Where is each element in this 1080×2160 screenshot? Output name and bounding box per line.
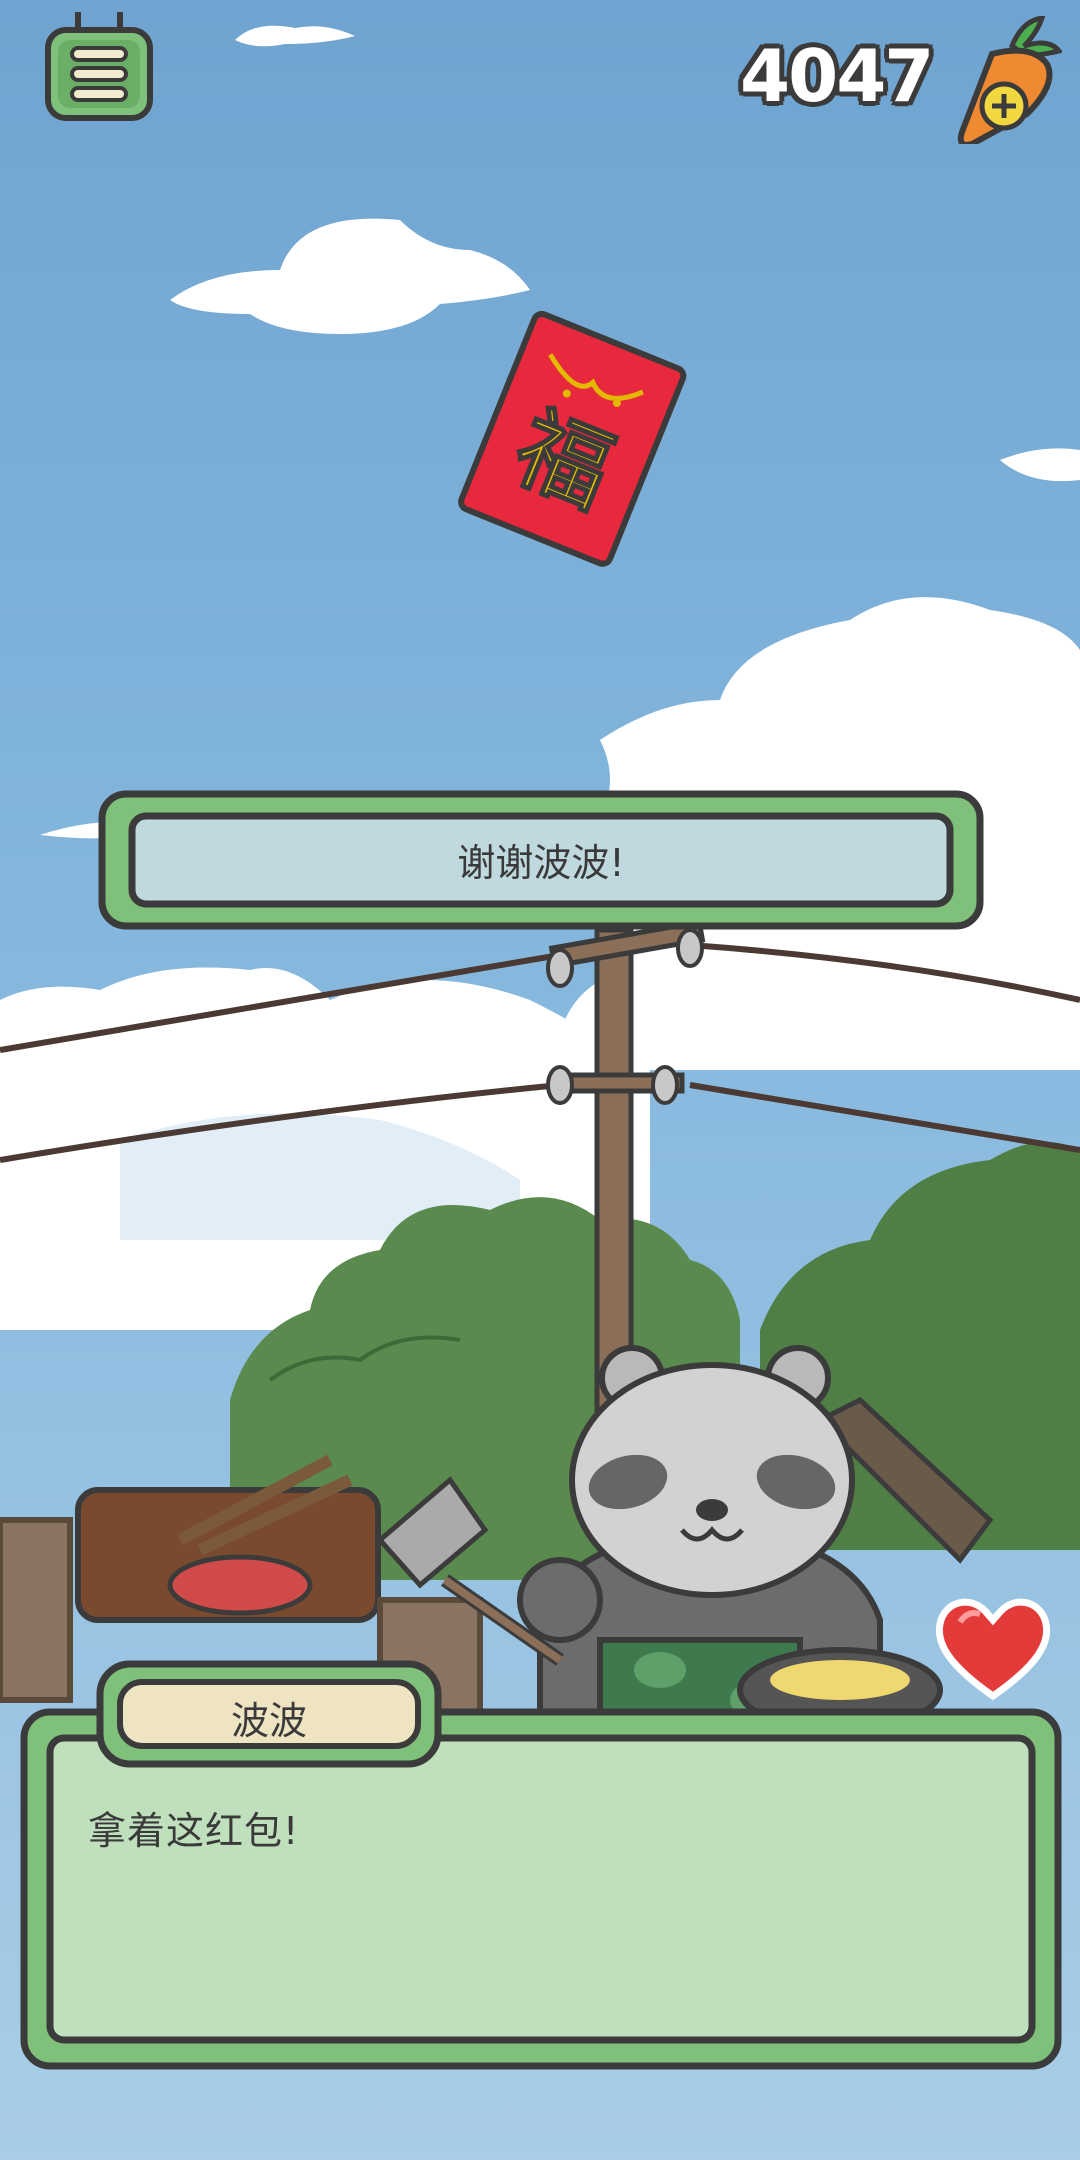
dialog-text: 拿着这红包!: [88, 1809, 300, 1853]
menu-button[interactable]: [44, 10, 154, 122]
red-envelope-icon: 福: [458, 310, 687, 567]
heart-button[interactable]: [930, 1592, 1056, 1704]
thanks-banner: 谢谢波波!: [98, 790, 984, 930]
add-carrot-button[interactable]: [952, 14, 1064, 148]
speaker-name: 波波: [230, 1699, 307, 1743]
menu-icon: [45, 12, 153, 121]
carrot-plus-icon: [957, 14, 1064, 148]
speaker-name-tag: 波波: [96, 1660, 442, 1768]
game-scene: 福 4047 谢谢波波! 波波 拿着这红包!: [0, 0, 1080, 2160]
thanks-text: 谢谢波波!: [457, 841, 625, 885]
carrot-counter: 4047: [740, 34, 934, 118]
heart-icon: [935, 1598, 1051, 1701]
